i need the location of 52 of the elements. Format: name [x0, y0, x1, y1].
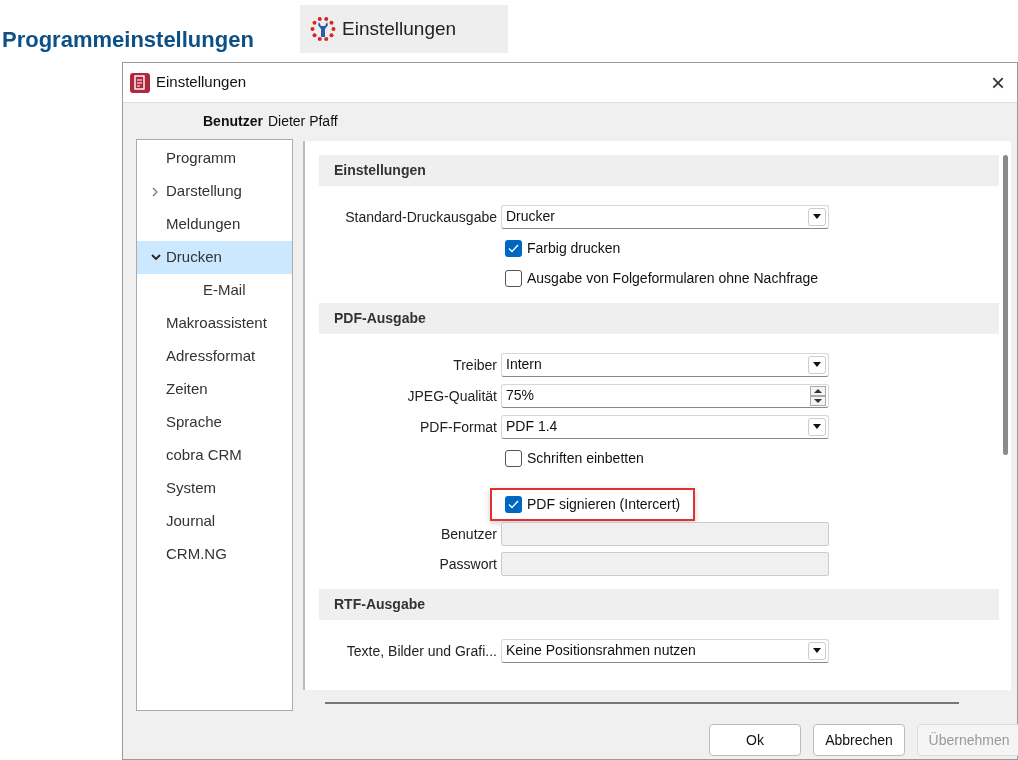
- close-button[interactable]: ×: [991, 70, 1005, 95]
- dropdown[interactable]: Intern: [501, 352, 829, 377]
- spin-arrows-icon[interactable]: [810, 385, 826, 406]
- sidebar-item[interactable]: Journal: [137, 505, 292, 538]
- field-label: Treiber: [453, 356, 497, 373]
- dropdown-caret-icon: [812, 213, 822, 220]
- checkbox[interactable]: PDF signieren (Intercert): [505, 493, 681, 515]
- dropdown-caret-icon: [812, 423, 822, 430]
- settings-toolbar-button[interactable]: Einstellungen: [300, 5, 508, 53]
- sidebar-item[interactable]: cobra CRM: [137, 439, 292, 472]
- chevron-down-icon[interactable]: [150, 254, 161, 261]
- chevron-right-icon[interactable]: [152, 186, 159, 197]
- dialog-button[interactable]: Ok: [709, 724, 801, 756]
- app-icon: [130, 72, 150, 93]
- gear-wrench-icon: [310, 16, 336, 42]
- section-header: RTF-Ausgabe: [319, 589, 999, 620]
- sidebar-item[interactable]: Adressformat: [137, 340, 292, 373]
- checkmark-icon: [508, 499, 519, 509]
- dropdown-caret-icon: [812, 647, 822, 654]
- field-label: Standard-Druckausgabe: [345, 208, 497, 225]
- sidebar-item[interactable]: System: [137, 472, 292, 505]
- user-name: Dieter Pfaff: [267, 111, 338, 131]
- sidebar-item[interactable]: CRM.NG: [137, 538, 292, 571]
- checkmark-icon: [508, 243, 519, 253]
- field-label: PDF-Format: [420, 418, 497, 435]
- sidebar-item[interactable]: Makroassistent: [137, 307, 292, 340]
- sidebar-item[interactable]: Programm: [137, 142, 292, 175]
- checkbox[interactable]: Ausgabe von Folgeformularen ohne Nachfrage: [505, 267, 819, 289]
- sidebar-item[interactable]: Zeiten: [137, 373, 292, 406]
- sidebar-item[interactable]: Meldungen: [137, 208, 292, 241]
- field-label: Passwort: [439, 556, 497, 572]
- user-label: Benutzer: [203, 111, 263, 131]
- field-label: Benutzer: [440, 526, 497, 542]
- dropdown[interactable]: Drucker: [501, 204, 829, 229]
- dropdown[interactable]: PDF 1.4: [501, 414, 829, 439]
- field-label: JPEG-Qualität: [407, 387, 497, 404]
- sidebar-item[interactable]: Drucken: [137, 241, 292, 274]
- field-label: Texte, Bilder und Grafi...: [346, 642, 497, 659]
- dialog-button[interactable]: Abbrechen: [813, 724, 905, 756]
- scrollbar-thumb[interactable]: [1002, 155, 1008, 455]
- section-header: PDF-Ausgabe: [319, 303, 999, 334]
- sidebar-item[interactable]: Sprache: [137, 406, 292, 439]
- dropdown[interactable]: Keine Positionsrahmen nutzen: [501, 638, 829, 663]
- window-title: Einstellungen: [156, 72, 247, 93]
- number-spinner[interactable]: 75%: [501, 383, 829, 408]
- section-header: Einstellungen: [319, 155, 999, 186]
- page-heading: Programmeinstellungen: [1, 26, 255, 54]
- checkbox[interactable]: Schriften einbetten: [505, 447, 644, 469]
- sidebar-item[interactable]: E-Mail: [137, 274, 292, 307]
- dropdown-caret-icon: [812, 361, 822, 368]
- sidebar-item[interactable]: Darstellung: [137, 175, 292, 208]
- checkbox[interactable]: Farbig drucken: [505, 237, 621, 259]
